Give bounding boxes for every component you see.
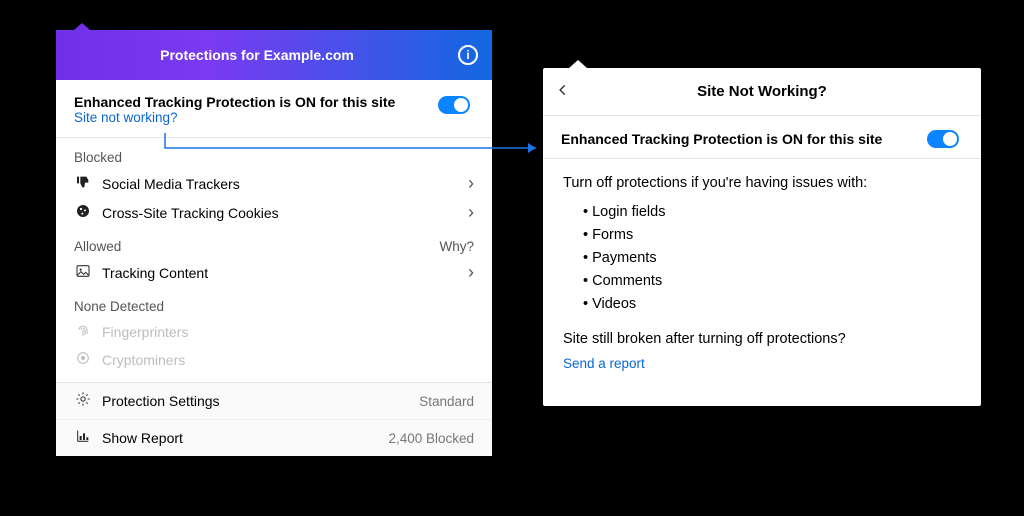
panel2-body: Turn off protections if you're having is…: [543, 159, 981, 406]
panel2-title: Site Not Working?: [543, 83, 981, 100]
etp-status-section: Enhanced Tracking Protection is ON for t…: [56, 80, 492, 138]
row-label: Cryptominers: [102, 352, 474, 368]
show-report-row[interactable]: Show Report 2,400 Blocked: [56, 419, 492, 456]
panel2-etp-row: Enhanced Tracking Protection is ON for t…: [543, 116, 981, 159]
image-icon: [74, 263, 92, 283]
row-label: Protection Settings: [102, 393, 419, 409]
panel2-etp-toggle[interactable]: [927, 130, 959, 148]
row-cross-site-cookies[interactable]: Cross-Site Tracking Cookies ›: [74, 198, 474, 227]
issue-item: Forms: [583, 225, 961, 246]
etp-toggle[interactable]: [438, 96, 470, 114]
allowed-heading: Allowed Why?: [74, 239, 474, 254]
thumbs-down-icon: [74, 174, 92, 194]
send-report-link[interactable]: Send a report: [563, 354, 961, 374]
report-value: 2,400 Blocked: [388, 431, 474, 446]
cookie-icon: [74, 203, 92, 223]
info-icon[interactable]: i: [458, 45, 478, 65]
row-label: Tracking Content: [102, 265, 468, 281]
panel2-etp-label: Enhanced Tracking Protection is ON for t…: [561, 131, 927, 147]
issue-item: Login fields: [583, 202, 961, 223]
protection-settings-row[interactable]: Protection Settings Standard: [56, 383, 492, 419]
issue-item: Comments: [583, 271, 961, 292]
row-tracking-content[interactable]: Tracking Content ›: [74, 258, 474, 287]
panel2-header: Site Not Working?: [543, 68, 981, 116]
row-label: Fingerprinters: [102, 324, 474, 340]
row-social-media-trackers[interactable]: Social Media Trackers ›: [74, 169, 474, 198]
chevron-right-icon: ›: [468, 202, 474, 223]
etp-status-text-block: Enhanced Tracking Protection is ON for t…: [74, 90, 438, 125]
site-not-working-panel: Site Not Working? Enhanced Tracking Prot…: [543, 68, 981, 406]
row-cryptominers: Cryptominers: [74, 346, 474, 374]
settings-value: Standard: [419, 394, 474, 409]
issues-intro: Turn off protections if you're having is…: [563, 173, 961, 194]
issues-list: Login fields Forms Payments Comments Vid…: [573, 202, 961, 315]
protections-panel: Protections for Example.com i Enhanced T…: [56, 30, 492, 456]
cryptominer-icon: [74, 350, 92, 370]
chart-icon: [74, 428, 92, 448]
why-link[interactable]: Why?: [439, 239, 474, 254]
blocked-heading: Blocked: [74, 150, 474, 165]
protections-header: Protections for Example.com i: [56, 30, 492, 80]
still-broken-text: Site still broken after turning off prot…: [563, 329, 961, 350]
none-detected-heading: None Detected: [74, 299, 474, 314]
row-label: Social Media Trackers: [102, 176, 468, 192]
row-label: Cross-Site Tracking Cookies: [102, 205, 468, 221]
row-label: Show Report: [102, 430, 388, 446]
protections-footer: Protection Settings Standard Show Report…: [56, 382, 492, 456]
issue-item: Payments: [583, 248, 961, 269]
protections-title: Protections for Example.com: [56, 47, 458, 63]
chevron-right-icon: ›: [468, 173, 474, 194]
tracker-lists: Blocked Social Media Trackers › Cross-Si…: [56, 138, 492, 382]
fingerprint-icon: [74, 322, 92, 342]
gear-icon: [74, 391, 92, 411]
etp-status-label: Enhanced Tracking Protection is ON for t…: [74, 94, 438, 110]
chevron-right-icon: ›: [468, 262, 474, 283]
site-not-working-link[interactable]: Site not working?: [74, 110, 438, 125]
row-fingerprinters: Fingerprinters: [74, 318, 474, 346]
issue-item: Videos: [583, 294, 961, 315]
